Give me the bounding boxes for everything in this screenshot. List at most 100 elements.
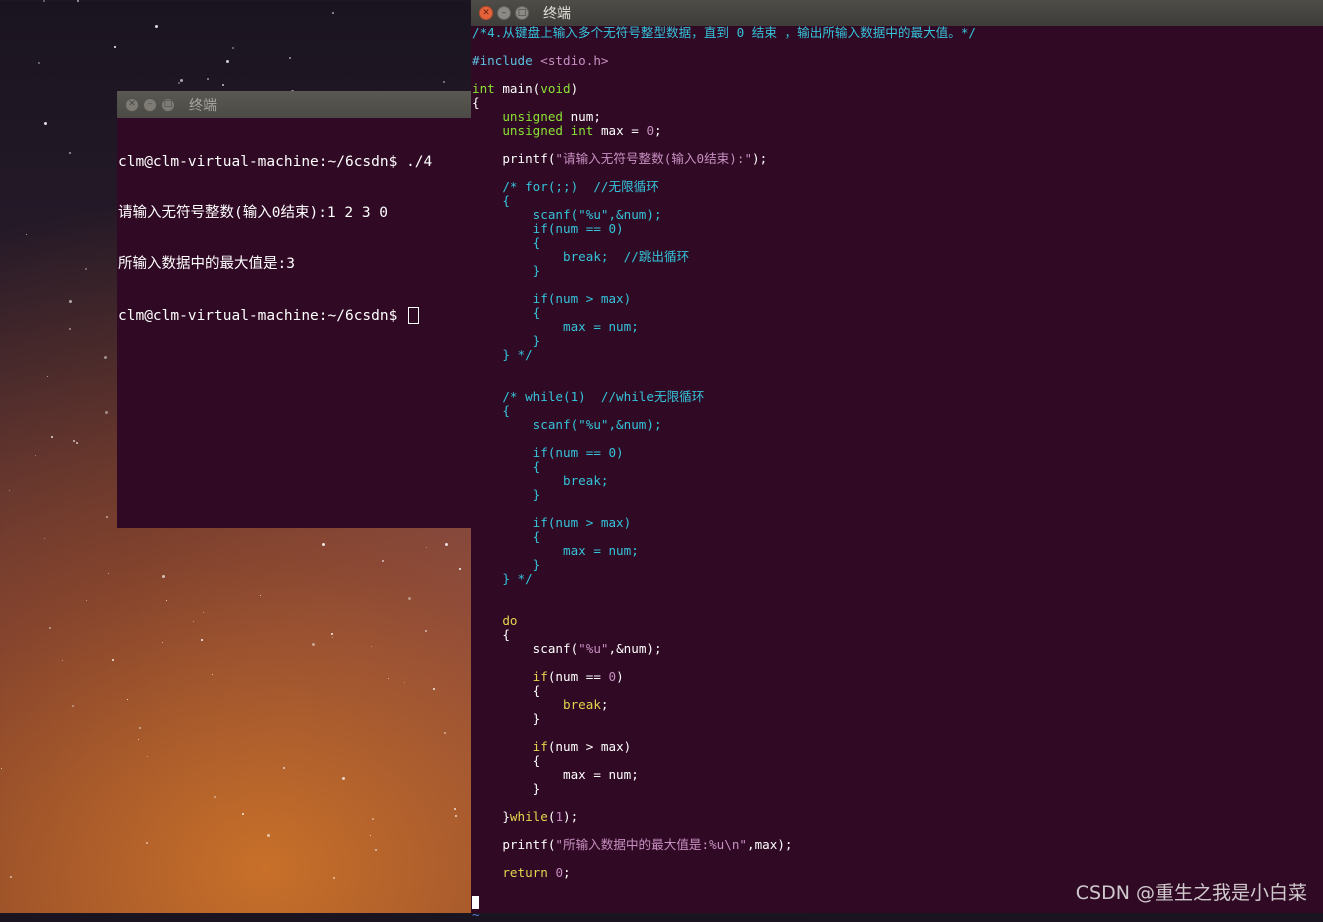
code-token: if: [532, 669, 548, 684]
code-token: 0: [608, 669, 617, 684]
close-button[interactable]: ✕: [479, 6, 493, 20]
code-token: while: [509, 809, 548, 824]
star: [214, 796, 216, 798]
code-token: scanf("%u",&num);: [472, 417, 662, 432]
terminal-output[interactable]: clm@clm-virtual-machine:~/6csdn$ ./4 请输入…: [118, 120, 432, 359]
maximize-button[interactable]: □: [515, 6, 529, 20]
code-line: {: [472, 460, 976, 474]
star: [260, 595, 261, 596]
code-token: /* for(;;) //无限循环: [472, 179, 659, 194]
star: [47, 376, 48, 377]
code-line: if(num == 0): [472, 222, 976, 236]
star: [146, 842, 148, 844]
code-line: max = num;: [472, 768, 976, 782]
star: [43, 0, 45, 2]
code-line: printf("请输入无符号整数(输入0结束):");: [472, 152, 976, 166]
star: [242, 813, 244, 815]
code-line: {: [472, 96, 976, 110]
code-token: scanf("%u",&num);: [472, 207, 662, 222]
star: [112, 659, 114, 661]
window-title: 终端: [189, 97, 217, 114]
code-line: if(num == 0): [472, 446, 976, 460]
minimize-button[interactable]: –: [497, 6, 511, 20]
star: [166, 600, 167, 601]
code-line: unsigned num;: [472, 110, 976, 124]
title-bar[interactable]: ✕ – □ 终端: [471, 0, 1323, 26]
code-token: <stdio.h>: [540, 53, 609, 68]
star: [371, 646, 372, 647]
code-line: /* for(;;) //无限循环: [472, 180, 976, 194]
code-token: {: [472, 683, 541, 698]
code-token: unsigned: [502, 123, 564, 138]
code-token: {: [472, 627, 510, 642]
code-token: ): [570, 81, 579, 96]
star: [44, 538, 45, 539]
code-line: }while(1);: [472, 810, 976, 824]
terminal-prompt-line[interactable]: clm@clm-virtual-machine:~/6csdn$: [118, 307, 432, 325]
code-token: do: [502, 613, 518, 628]
code-line: } */: [472, 572, 976, 586]
star: [433, 688, 435, 690]
star: [193, 621, 194, 622]
code-token: } */: [472, 347, 533, 362]
code-line: do: [472, 614, 976, 628]
terminal-line: clm@clm-virtual-machine:~/6csdn$ ./4: [118, 154, 433, 170]
code-token: return: [502, 865, 548, 880]
code-line: }: [472, 558, 976, 572]
terminal-window-editor[interactable]: ✕ – □ 终端 /*4.从键盘上输入多个无符号整型数据，直到 0 结束 ，输出…: [471, 0, 1323, 922]
minimize-button[interactable]: –: [143, 97, 157, 112]
window-title: 终端: [543, 6, 571, 22]
star: [454, 808, 456, 810]
code-editor[interactable]: /*4.从键盘上输入多个无符号整型数据，直到 0 结束 ，输出所输入数据中的最大…: [472, 26, 976, 922]
code-token: (num > max): [547, 739, 632, 754]
code-token: if(num > max): [472, 515, 632, 530]
code-token: 0: [555, 865, 564, 880]
code-token: {: [472, 753, 541, 768]
code-token: {: [472, 305, 541, 320]
star: [388, 678, 389, 679]
watermark: CSDN @重生之我是小白菜: [1075, 882, 1307, 904]
code-token: }: [472, 487, 541, 502]
star: [180, 79, 183, 82]
code-token: ,&num);: [608, 641, 662, 656]
code-token: break;: [472, 473, 609, 488]
code-token: int: [472, 81, 495, 96]
code-line: if(num > max): [472, 516, 976, 530]
star: [62, 660, 63, 661]
star: [86, 600, 87, 601]
maximize-button[interactable]: □: [161, 97, 175, 112]
code-line: #include <stdio.h>: [472, 54, 976, 68]
code-line: }: [472, 712, 976, 726]
code-token: 1: [555, 809, 564, 824]
code-line: if(num == 0): [472, 670, 976, 684]
code-line: /* while(1) //while无限循环: [472, 390, 976, 404]
code-line: scanf("%u",&num);: [472, 208, 976, 222]
code-token: {: [472, 95, 480, 110]
star: [331, 633, 333, 635]
code-token: 0: [646, 123, 655, 138]
terminal-window-output[interactable]: ✕ – □ 终端 clm@clm-virtual-machine:~/6csdn…: [117, 91, 471, 528]
star: [51, 436, 53, 438]
title-bar[interactable]: ✕ – □ 终端: [117, 91, 471, 118]
code-token: max = num;: [472, 767, 639, 782]
code-token: ;: [563, 865, 571, 880]
code-token: }: [472, 263, 541, 278]
code-token: }: [472, 809, 510, 824]
code-token: if(num == 0): [472, 445, 624, 460]
code-line: }: [472, 488, 976, 502]
close-button[interactable]: ✕: [125, 97, 139, 112]
star: [333, 877, 335, 879]
star: [203, 612, 204, 613]
star: [425, 630, 427, 632]
star: [69, 152, 71, 154]
